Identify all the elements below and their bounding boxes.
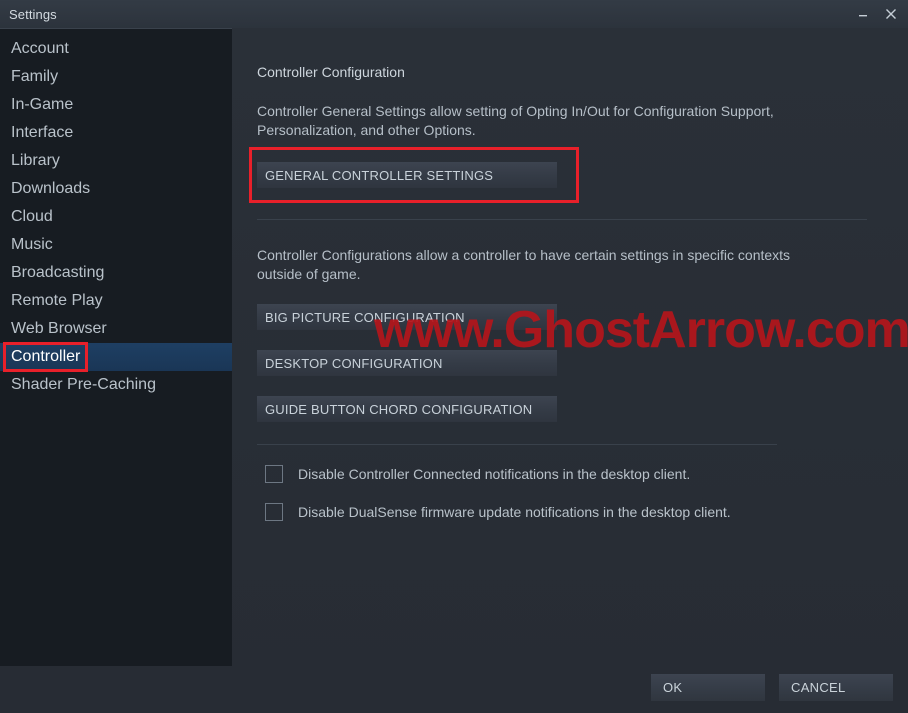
sidebar-item-account[interactable]: Account [0,35,232,63]
sidebar-item-label: Account [11,40,69,57]
minimize-icon[interactable] [850,1,876,27]
divider-2 [257,444,777,445]
dialog-footer: OK CANCEL [0,666,908,713]
desktop-configuration-button[interactable]: DESKTOP CONFIGURATION [257,350,557,376]
window-controls [850,0,904,28]
divider-1 [257,219,867,220]
big-picture-configuration-button[interactable]: BIG PICTURE CONFIGURATION [257,304,557,330]
sidebar-item-remote-play[interactable]: Remote Play [0,287,232,315]
sidebar-item-label: Web Browser [11,320,107,337]
sidebar-item-music[interactable]: Music [0,231,232,259]
checkbox-label: Disable DualSense firmware update notifi… [298,504,731,520]
sidebar-item-label: Controller [2,342,89,372]
sidebar-item-web-browser[interactable]: Web Browser [0,315,232,343]
settings-window: Settings Account Family In-Game Interfac… [0,0,908,713]
ok-button[interactable]: OK [651,674,765,701]
checkbox-disable-controller-connected[interactable] [265,465,283,483]
general-settings-description: Controller General Settings allow settin… [257,103,774,138]
guide-button-chord-configuration-button[interactable]: GUIDE BUTTON CHORD CONFIGURATION [257,396,557,422]
sidebar-item-library[interactable]: Library [0,147,232,175]
general-controller-settings-wrapper: GENERAL CONTROLLER SETTINGS [249,147,579,203]
configurations-description: Controller Configurations allow a contro… [257,247,791,282]
sidebar-item-label: Library [11,152,60,169]
sidebar-item-label: Broadcasting [11,264,105,281]
sidebar-item-label: Music [11,236,53,253]
sidebar-item-downloads[interactable]: Downloads [0,175,232,203]
checkbox-label: Disable Controller Connected notificatio… [298,466,691,482]
sidebar-item-label: Shader Pre-Caching [11,376,156,393]
sidebar-item-label: In-Game [11,96,74,113]
sidebar-item-broadcasting[interactable]: Broadcasting [0,259,232,287]
sidebar-item-label: Cloud [11,208,53,225]
sidebar-item-label: Remote Play [11,292,103,309]
window-title: Settings [9,6,57,22]
sidebar-item-label: Downloads [11,180,91,197]
sidebar-item-in-game[interactable]: In-Game [0,91,232,119]
cancel-button[interactable]: CANCEL [779,674,893,701]
footer-buttons: OK CANCEL [651,674,893,701]
checkbox-row-disable-dualsense-firmware[interactable]: Disable DualSense firmware update notifi… [257,503,908,521]
settings-sidebar: Account Family In-Game Interface Library… [0,28,232,666]
general-controller-settings-button[interactable]: GENERAL CONTROLLER SETTINGS [257,162,557,188]
sidebar-item-cloud[interactable]: Cloud [0,203,232,231]
sidebar-item-shader-pre-caching[interactable]: Shader Pre-Caching [0,371,232,399]
window-body: Account Family In-Game Interface Library… [0,28,908,666]
checkbox-disable-dualsense-firmware[interactable] [265,503,283,521]
sidebar-item-interface[interactable]: Interface [0,119,232,147]
checkbox-row-disable-controller-connected[interactable]: Disable Controller Connected notificatio… [257,465,908,483]
close-icon[interactable] [878,1,904,27]
sidebar-item-label: Interface [11,124,74,141]
title-bar: Settings [0,0,908,28]
sidebar-item-controller[interactable]: Controller [0,342,232,372]
page-title: Controller Configuration [257,64,405,80]
sidebar-item-label: Family [11,68,59,85]
settings-content-panel: Controller Configuration Controller Gene… [232,28,908,666]
sidebar-item-family[interactable]: Family [0,63,232,91]
